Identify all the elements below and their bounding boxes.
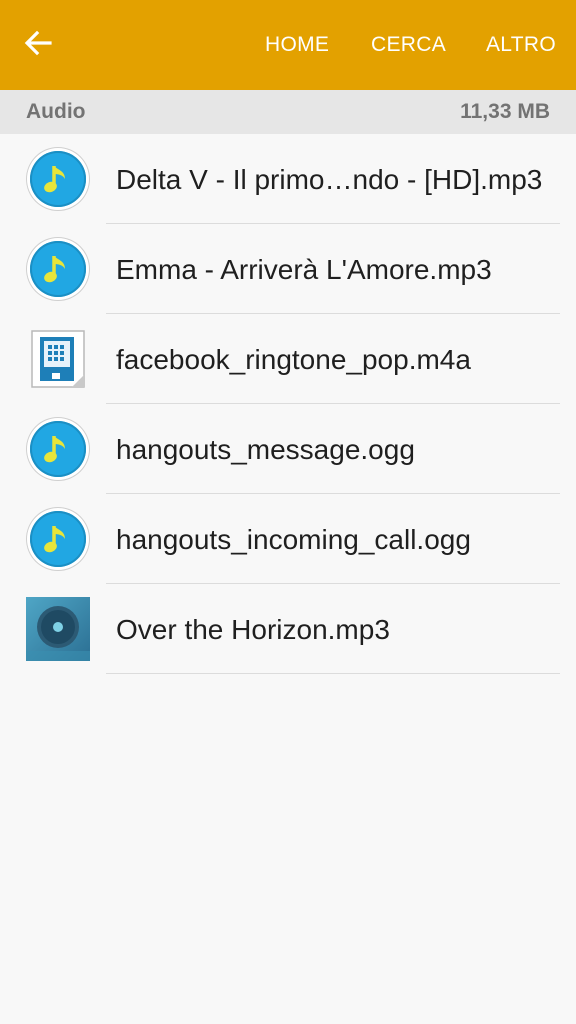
file-list: Delta V - Il primo…ndo - [HD].mp3 Emma -… [0,134,576,674]
app-bar: HOME CERCA ALTRO [0,0,576,90]
file-name: hangouts_incoming_call.ogg [116,524,471,555]
list-item[interactable]: hangouts_message.ogg [0,404,576,494]
album-art-thumbnail [26,597,90,661]
file-name: Delta V - Il primo…ndo - [HD].mp3 [116,164,543,195]
search-button[interactable]: CERCA [371,31,446,59]
music-note-icon [26,147,90,211]
music-note-icon [26,507,90,571]
music-note-icon [26,237,90,301]
divider [106,673,560,674]
home-button[interactable]: HOME [265,31,329,59]
section-title: Audio [26,100,86,123]
section-size: 11,33 MB [460,100,550,123]
list-item[interactable]: Emma - Arriverà L'Amore.mp3 [0,224,576,314]
file-name: hangouts_message.ogg [116,434,415,465]
back-button[interactable] [14,22,62,68]
list-item[interactable]: Delta V - Il primo…ndo - [HD].mp3 [0,134,576,224]
section-header: Audio 11,33 MB [0,90,576,134]
file-name: Over the Horizon.mp3 [116,614,390,645]
file-name: Emma - Arriverà L'Amore.mp3 [116,254,492,285]
list-item[interactable]: Over the Horizon.mp3 [0,584,576,674]
list-item[interactable]: facebook_ringtone_pop.m4a [0,314,576,404]
list-item[interactable]: hangouts_incoming_call.ogg [0,494,576,584]
arrow-left-icon [24,30,52,61]
music-note-icon [26,417,90,481]
more-button[interactable]: ALTRO [486,31,556,59]
file-name: facebook_ringtone_pop.m4a [116,344,471,375]
audio-file-icon [26,327,90,391]
